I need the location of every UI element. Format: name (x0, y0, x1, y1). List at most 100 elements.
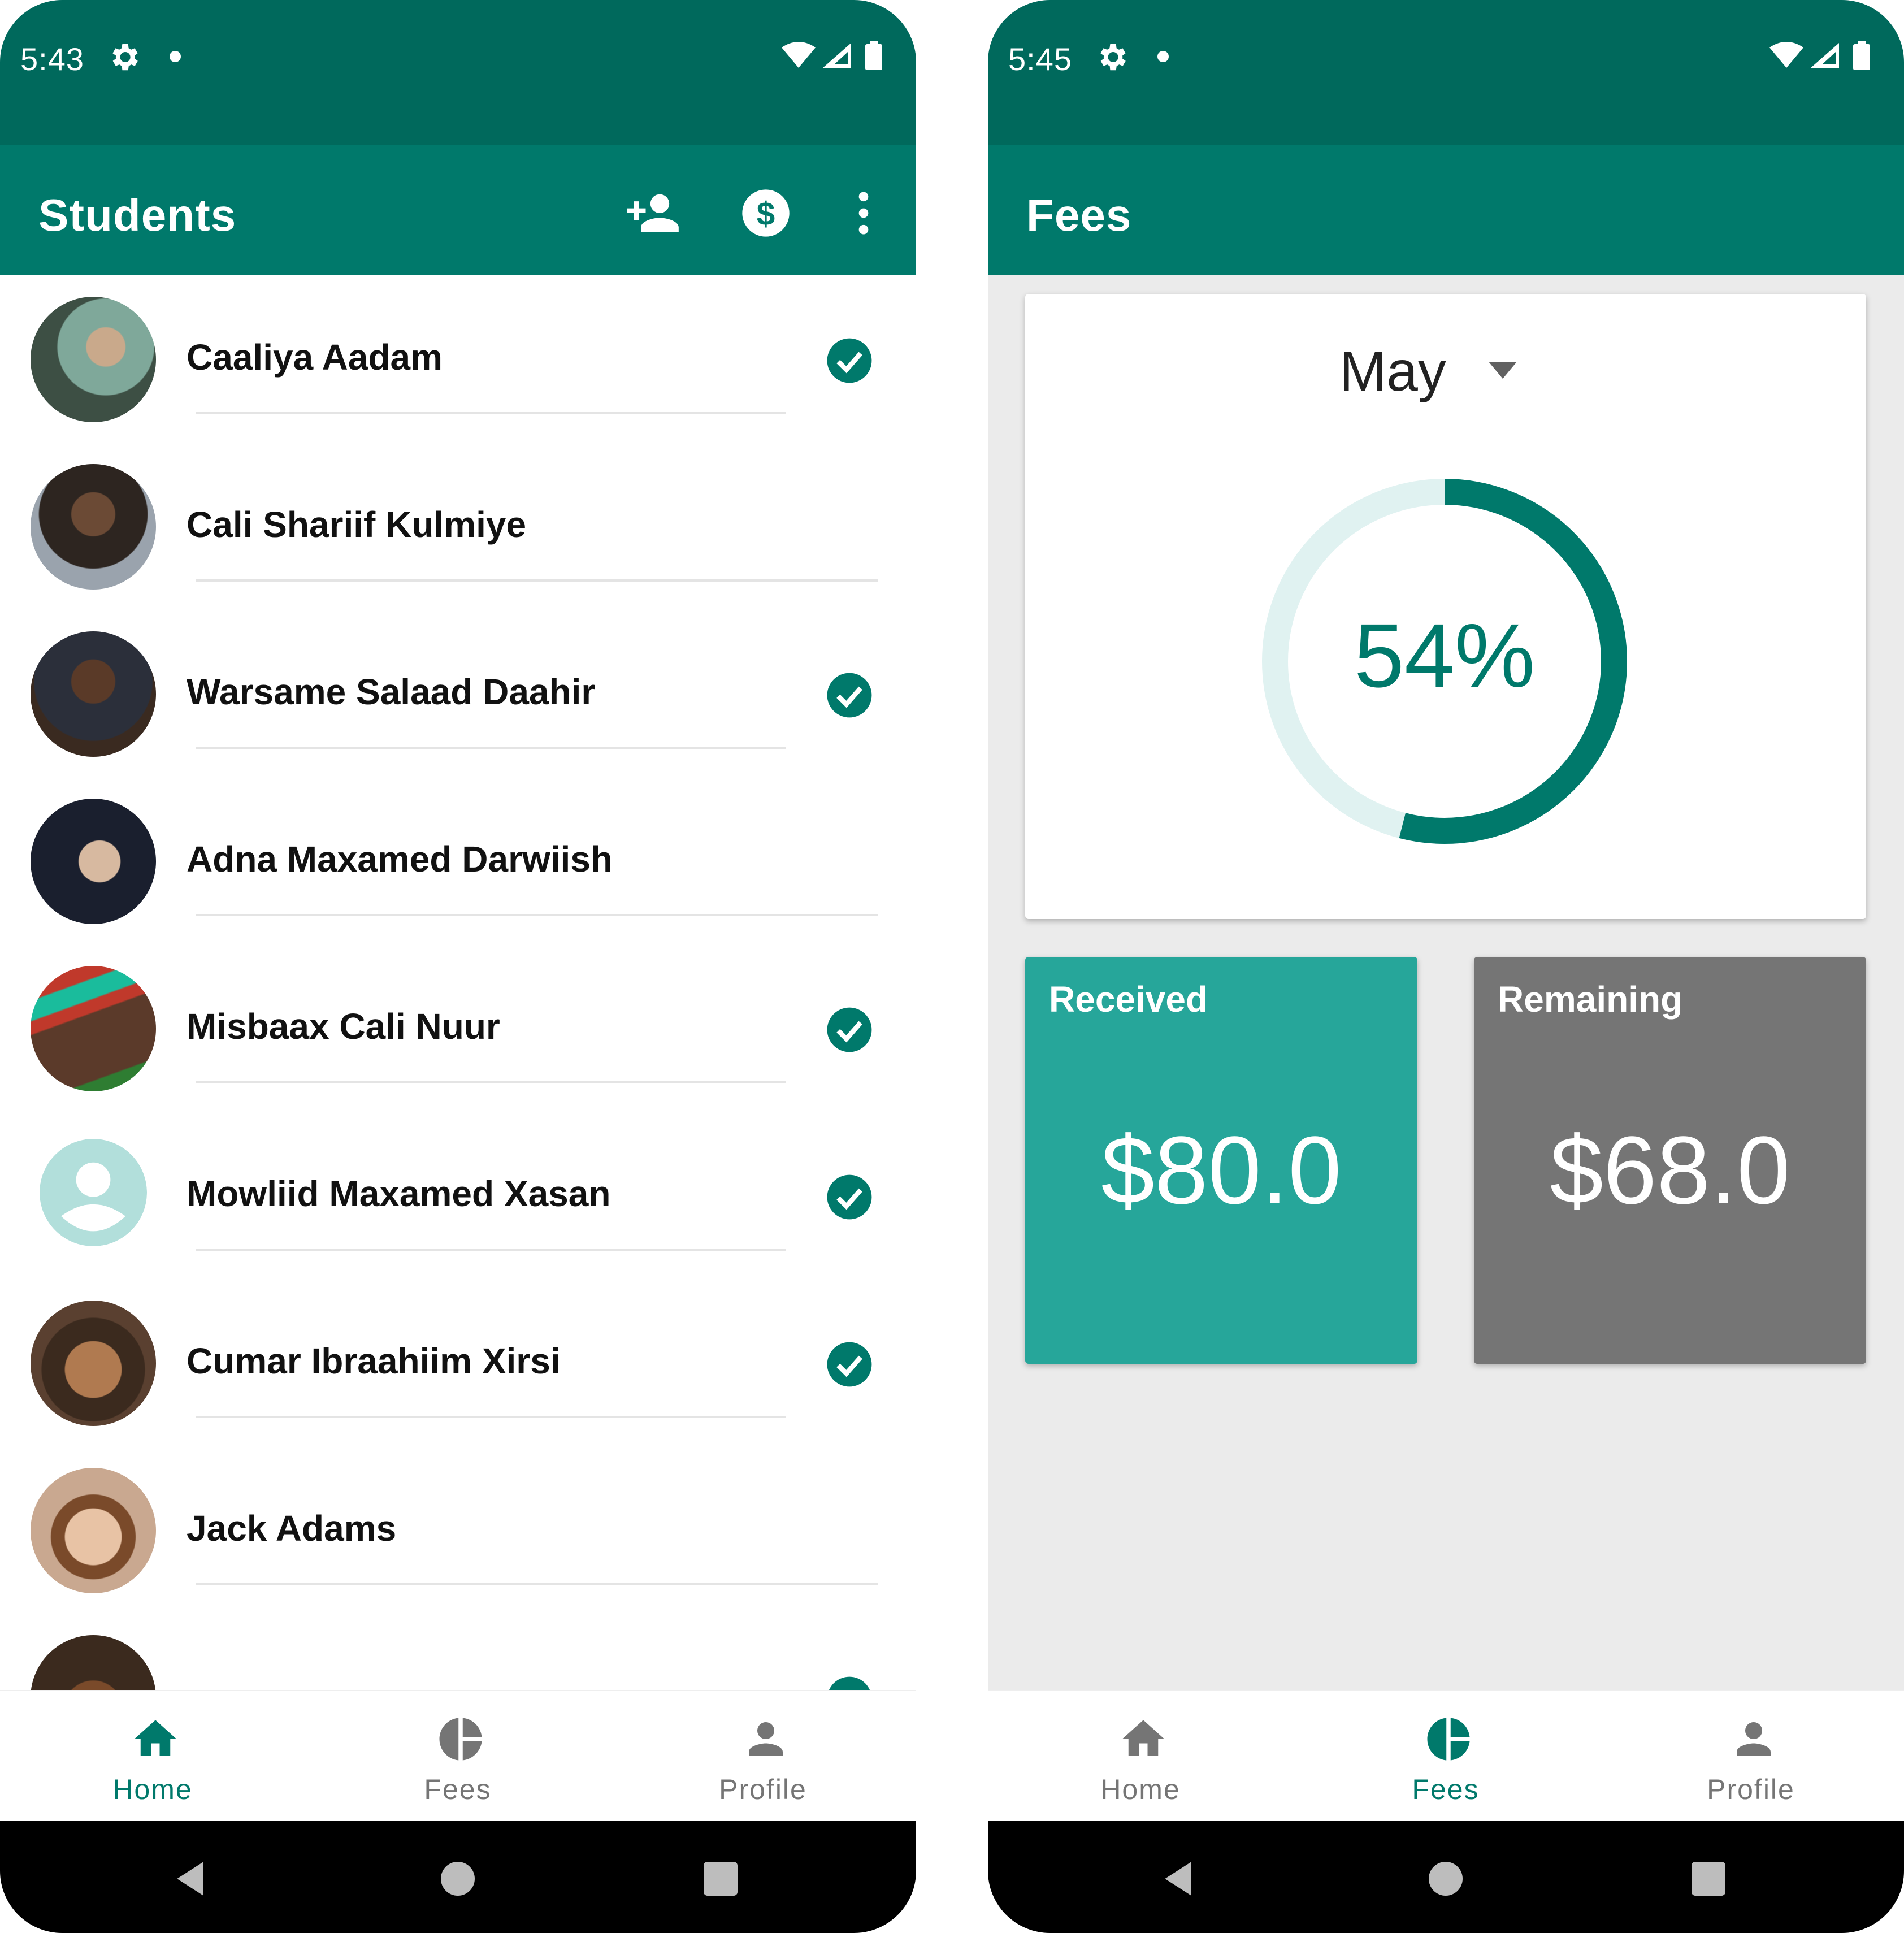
signal-icon (823, 43, 851, 68)
notification-dot-icon (1157, 51, 1169, 62)
divider (196, 747, 786, 749)
app-bar: Fees (988, 145, 1904, 275)
fees-screen: 5:45 Fees May 54% Received $80.0 Remaini… (988, 0, 1904, 1933)
nav-label-home: Home (112, 1774, 193, 1805)
student-name: Jack Adams (187, 1508, 397, 1549)
status-icons (1769, 41, 1870, 70)
nav-item-fees[interactable]: Fees (305, 1691, 610, 1822)
nav-label-fees: Fees (1412, 1774, 1480, 1805)
nav-item-home[interactable]: Home (988, 1691, 1293, 1822)
battery-icon (865, 41, 882, 70)
check-circle-icon (827, 1174, 872, 1220)
divider (196, 1416, 786, 1418)
list-item[interactable]: Adna Maxamed Darwiish (0, 777, 916, 944)
settings-gear-icon (1100, 44, 1126, 71)
page-title: Students (38, 190, 237, 240)
avatar (31, 1301, 156, 1426)
wifi-icon (1769, 42, 1803, 68)
received-card: Received $80.0 (1025, 957, 1417, 1364)
nav-label-profile: Profile (719, 1774, 807, 1805)
remaining-label: Remaining (1498, 979, 1683, 1020)
avatar (31, 297, 156, 422)
more-vert-icon[interactable] (835, 185, 892, 241)
svg-text:$: $ (757, 196, 775, 232)
list-item[interactable]: Cali Shariif Kulmiye (0, 443, 916, 610)
list-item[interactable] (0, 1614, 916, 1690)
home-icon (134, 1720, 177, 1756)
notification-dot-icon (170, 51, 181, 62)
nav-item-profile[interactable]: Profile (610, 1691, 916, 1822)
pie-chart-icon (439, 1718, 482, 1761)
status-bar: 5:45 (988, 0, 1904, 145)
list-item[interactable]: Caaliya Aadam (0, 275, 916, 443)
avatar (31, 464, 156, 590)
list-item[interactable]: Jack Adams (0, 1446, 916, 1614)
divider (196, 914, 878, 916)
dollar-icon[interactable]: $ (738, 185, 794, 241)
app-bar: Students $ (0, 145, 916, 275)
student-name: Mowliid Maxamed Xasan (187, 1173, 611, 1214)
person-icon (1737, 1722, 1771, 1756)
divider (196, 1081, 786, 1083)
nav-label-home: Home (1100, 1774, 1181, 1805)
bottom-navigation: Home Fees Profile (988, 1690, 1904, 1822)
student-name: Caaliya Aadam (187, 337, 443, 378)
check-circle-icon (827, 1007, 872, 1052)
divider (196, 1583, 878, 1585)
nav-item-fees[interactable]: Fees (1293, 1691, 1598, 1822)
status-time: 5:45 (1008, 41, 1072, 77)
default-person-icon (40, 1139, 147, 1246)
home-icon (1122, 1720, 1165, 1756)
status-time: 5:43 (20, 41, 84, 77)
home-circle-icon[interactable] (435, 1856, 480, 1901)
divider (196, 412, 786, 414)
person-icon (749, 1722, 783, 1756)
nav-item-profile[interactable]: Profile (1598, 1691, 1903, 1822)
nav-label-fees: Fees (424, 1774, 492, 1805)
battery-icon (1853, 41, 1870, 70)
progress-donut: 54% (1262, 479, 1627, 844)
check-circle-icon (827, 673, 872, 718)
remaining-card: Remaining $68.0 (1474, 957, 1866, 1364)
system-nav-bar (0, 1821, 916, 1933)
settings-gear-icon (112, 44, 138, 71)
home-circle-icon[interactable] (1423, 1856, 1468, 1901)
divider (196, 579, 878, 582)
students-screen: 5:43 Students $ Caaliya Aadam Cali Shari… (0, 0, 916, 1933)
progress-percent: 54% (1354, 605, 1535, 706)
list-item[interactable]: Cumar Ibraahiim Xirsi (0, 1279, 916, 1446)
wifi-icon (782, 42, 816, 68)
system-nav-bar (988, 1821, 1904, 1933)
back-icon[interactable] (1157, 1856, 1203, 1901)
month-dropdown[interactable]: May (1339, 339, 1446, 404)
avatar (31, 799, 156, 924)
divider (196, 1249, 786, 1251)
recents-icon[interactable] (698, 1856, 743, 1901)
check-circle-icon (827, 1342, 872, 1387)
progress-card: May 54% (1025, 294, 1866, 919)
list-item[interactable]: Mowliid Maxamed Xasan (0, 1112, 916, 1279)
person-add-icon[interactable] (624, 185, 681, 241)
student-name: Cumar Ibraahiim Xirsi (187, 1341, 561, 1381)
student-name: Misbaax Cali Nuur (187, 1006, 500, 1047)
pie-chart-icon (1427, 1718, 1470, 1761)
received-amount: $80.0 (1101, 1117, 1342, 1224)
dropdown-caret-icon[interactable] (1489, 362, 1517, 379)
bottom-navigation: Home Fees Profile (0, 1690, 916, 1822)
avatar (31, 1635, 156, 1690)
signal-icon (1811, 43, 1839, 68)
student-list[interactable]: Caaliya Aadam Cali Shariif Kulmiye Warsa… (0, 275, 916, 1690)
received-label: Received (1049, 979, 1208, 1020)
nav-item-home[interactable]: Home (0, 1691, 305, 1822)
nav-label-profile: Profile (1707, 1774, 1795, 1805)
back-icon[interactable] (170, 1856, 215, 1901)
recents-icon[interactable] (1686, 1856, 1731, 1901)
student-name: Cali Shariif Kulmiye (187, 504, 527, 545)
list-item[interactable]: Misbaax Cali Nuur (0, 944, 916, 1112)
list-item[interactable]: Warsame Salaad Daahir (0, 610, 916, 777)
check-circle-icon (829, 1676, 870, 1690)
student-name: Warsame Salaad Daahir (187, 671, 596, 712)
status-bar: 5:43 (0, 0, 916, 145)
check-circle-icon (827, 338, 872, 383)
avatar (31, 1468, 156, 1593)
